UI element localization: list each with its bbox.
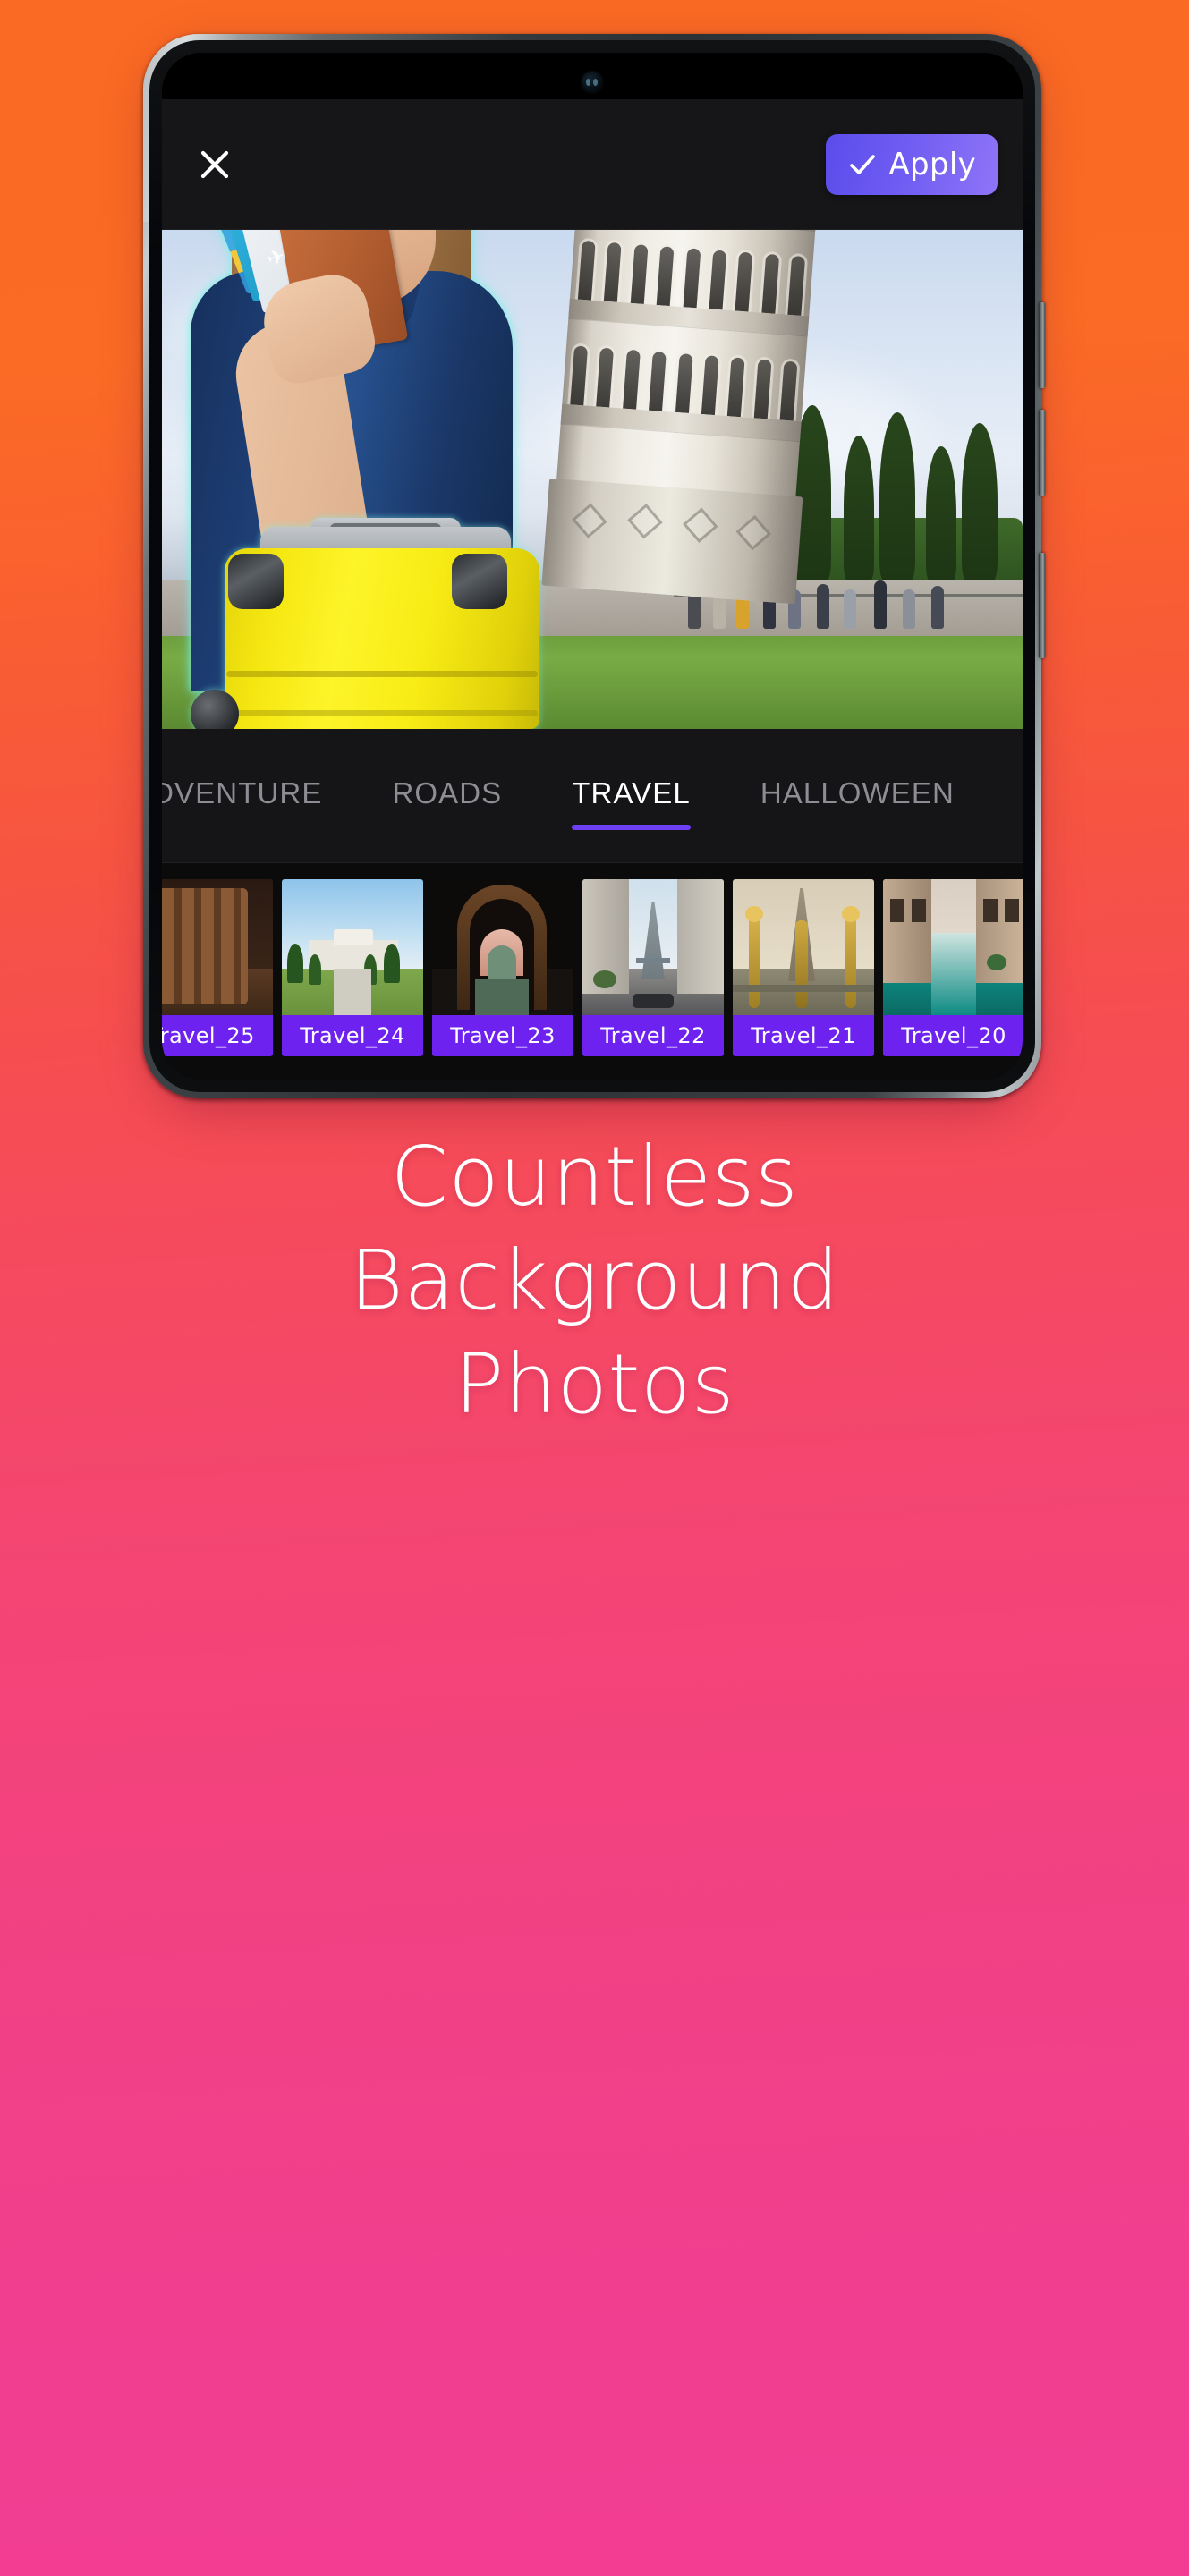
thumbnail-image xyxy=(162,879,273,1015)
photo-preview-canvas[interactable]: ✈ xyxy=(162,230,1023,729)
tower-arch xyxy=(622,349,641,410)
thumbnail-travel-24[interactable]: Travel_24 xyxy=(282,879,423,1056)
category-tab-bar[interactable]: ADVENTURE ROADS TRAVEL HALLOWEEN CIRCLE xyxy=(162,729,1023,863)
suitcase-seam xyxy=(226,710,538,716)
caption-line-2: Background xyxy=(349,1232,840,1328)
tower-arcade xyxy=(565,318,803,421)
cypress-tree xyxy=(879,412,915,580)
tower-arch xyxy=(683,248,701,309)
tower-arch xyxy=(649,351,667,411)
cypress-tree xyxy=(962,423,998,580)
tourist-figure xyxy=(844,589,856,629)
tower-arch xyxy=(577,240,596,301)
close-icon xyxy=(200,150,229,179)
thumbnail-image xyxy=(282,879,423,1015)
thumbnail-travel-22[interactable]: Travel_22 xyxy=(582,879,724,1056)
caption-line-1: Countless xyxy=(390,1129,799,1224)
tower-arch xyxy=(675,353,693,413)
phone-screen: Apply ✈ DVENTURE ROADS TRAVEL HALLOWEEN … xyxy=(162,53,1023,1080)
thumbnail-scroller[interactable]: Travel_25 xyxy=(162,879,1023,1056)
power-button[interactable] xyxy=(1039,553,1045,658)
tourist-figure xyxy=(817,584,829,629)
yellow-suitcase[interactable] xyxy=(191,496,554,729)
tower-diamond-inlay xyxy=(683,507,718,544)
suitcase-seam xyxy=(226,671,538,677)
suitcase-corner-guard xyxy=(452,554,507,609)
tower-arch xyxy=(727,357,745,418)
cypress-tree xyxy=(844,436,874,580)
thumbnail-label: Travel_23 xyxy=(432,1015,573,1056)
cypress-tree xyxy=(926,446,956,580)
tower-arch xyxy=(760,253,779,314)
thumbnail-label: Travel_24 xyxy=(282,1015,423,1056)
tourist-figure xyxy=(874,580,887,629)
thumbnail-image xyxy=(432,879,573,1015)
tourist-figure xyxy=(931,586,944,629)
front-camera-icon xyxy=(581,71,604,94)
tower-arch xyxy=(735,251,753,312)
caption-line-3: Photos xyxy=(454,1335,735,1432)
tower-arch xyxy=(701,355,719,416)
tower-base xyxy=(541,478,803,605)
tower-arch xyxy=(787,255,806,316)
thumbnail-label: Travel_20 xyxy=(883,1015,1023,1056)
phone-mockup: Apply ✈ DVENTURE ROADS TRAVEL HALLOWEEN … xyxy=(143,34,1045,1112)
promo-caption: Countless Background Photos xyxy=(0,1125,1189,1436)
tab-halloween[interactable]: HALLOWEEN xyxy=(759,746,956,846)
tower-diamond-inlay xyxy=(735,514,772,551)
background-thumbnail-strip[interactable]: Travel_25 xyxy=(162,863,1023,1080)
thumbnail-label: Travel_25 xyxy=(162,1015,273,1056)
thumbnail-travel-25[interactable]: Travel_25 xyxy=(162,879,273,1056)
volume-down-button[interactable] xyxy=(1039,410,1045,496)
suitcase-corner-guard xyxy=(228,554,284,609)
category-tab-scroller[interactable]: ADVENTURE ROADS TRAVEL HALLOWEEN CIRCLE xyxy=(162,729,1023,863)
tower-arch xyxy=(570,345,589,406)
tab-travel[interactable]: TRAVEL xyxy=(570,746,692,846)
thumbnail-image xyxy=(883,879,1023,1015)
tower-arch xyxy=(596,347,615,408)
tab-roads[interactable]: ROADS xyxy=(390,746,504,846)
tourist-figure xyxy=(903,589,915,629)
tower-arch xyxy=(656,246,675,307)
tower-diamond-inlay xyxy=(627,503,663,539)
thumbnail-travel-20[interactable]: Travel_20 xyxy=(883,879,1023,1056)
thumbnail-label: Travel_22 xyxy=(582,1015,724,1056)
tower-arch xyxy=(604,242,623,302)
tower-arch xyxy=(779,360,798,421)
close-button[interactable] xyxy=(191,140,239,189)
tower-diamond-inlay xyxy=(572,503,607,538)
apply-button-label: Apply xyxy=(888,147,976,182)
thumbnail-travel-21[interactable]: Travel_21 xyxy=(733,879,874,1056)
thumbnail-image xyxy=(582,879,724,1015)
tower-arch xyxy=(709,250,727,310)
apply-button[interactable]: Apply xyxy=(825,134,998,195)
check-icon xyxy=(849,155,875,174)
tab-adventure[interactable]: ADVENTURE xyxy=(162,746,324,846)
tower-arch xyxy=(753,359,772,419)
tower-arch xyxy=(630,244,649,304)
thumbnail-image xyxy=(733,879,874,1015)
status-bar xyxy=(162,53,1023,99)
editor-app-bar: Apply xyxy=(162,99,1023,230)
volume-up-button[interactable] xyxy=(1039,302,1045,388)
thumbnail-label: Travel_21 xyxy=(733,1015,874,1056)
thumbnail-travel-23[interactable]: Travel_23 xyxy=(432,879,573,1056)
